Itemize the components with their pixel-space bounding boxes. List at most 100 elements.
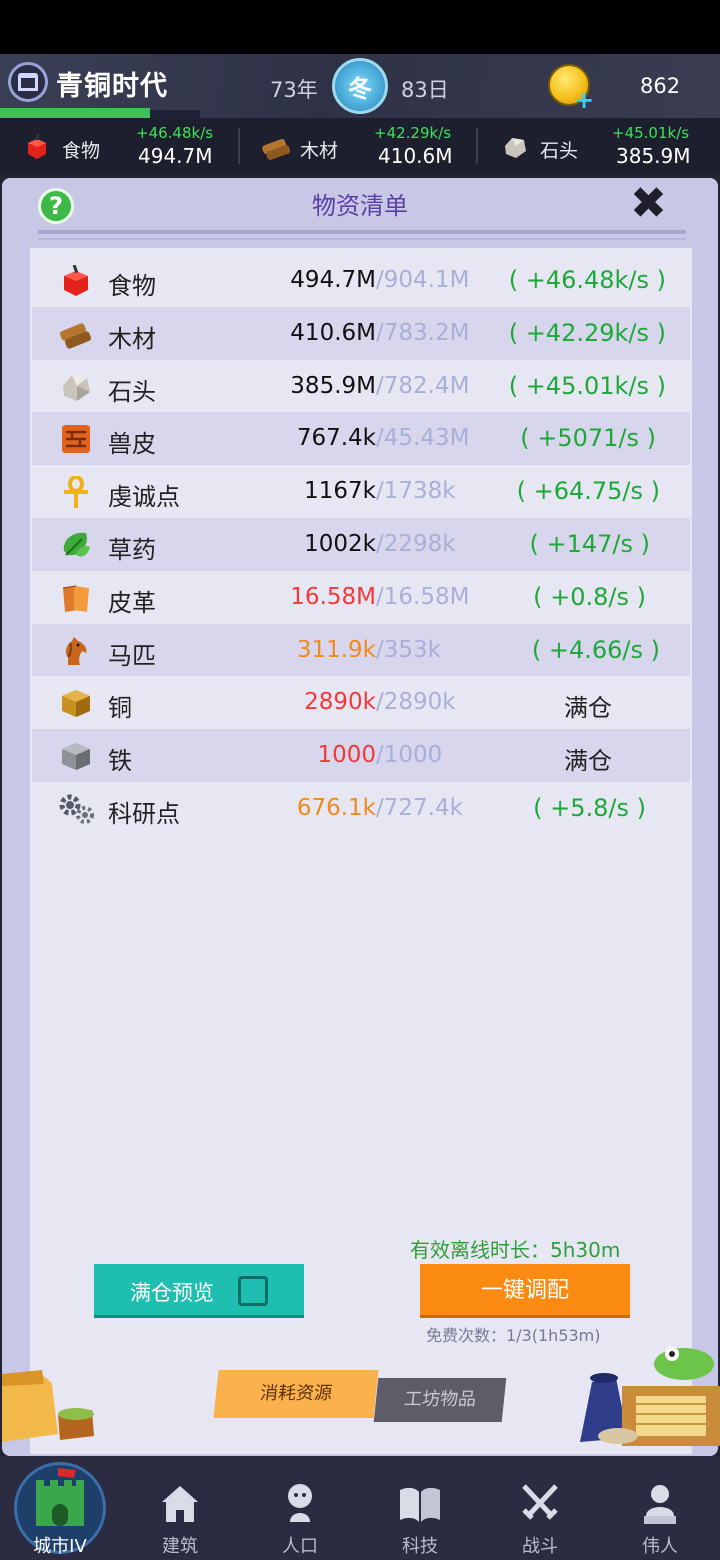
resource-capacity: /16.58M (376, 583, 470, 610)
full-storage-preview-button[interactable]: 满仓预览 (94, 1264, 304, 1318)
nav-label: 科技 (402, 1536, 438, 1557)
resbar-value: 494.7M (138, 144, 213, 168)
close-button[interactable]: ✖ (630, 182, 667, 226)
resbar-item-wood[interactable]: 木材 +42.29k/s 410.6M (240, 118, 476, 174)
resource-rate: ( +5.8/s ) (533, 793, 646, 822)
storage-full-label: 满仓 (564, 747, 612, 776)
stone-icon (63, 374, 90, 401)
resource-list-panel: ? 物资清单 ✖ 食物 494.7M /904.1M ( +46.48k/s )… (2, 178, 720, 1456)
resource-rate: ( +64.75/s ) (516, 477, 660, 506)
season-badge[interactable]: 冬 (332, 58, 388, 114)
resource-amount: 767.4k (296, 425, 376, 452)
nav-tech[interactable]: 科技 (360, 1456, 480, 1560)
resource-rate: ( +45.01k/s ) (508, 371, 666, 400)
one-click-allocate-button[interactable]: 一键调配 (420, 1264, 630, 1318)
herb-icon (63, 532, 90, 557)
nav-buildings[interactable]: 建筑 (120, 1456, 240, 1560)
gears-icon (59, 794, 94, 824)
resource-name: 马匹 (108, 641, 156, 670)
resource-row-copper[interactable]: 铜 2890k /2890k 满仓 (32, 676, 690, 729)
tab-workshop-items[interactable]: 工坊物品 (373, 1378, 507, 1422)
resource-row-stone[interactable]: 石头 385.9M /782.4M ( +45.01k/s ) (32, 360, 690, 413)
resource-row-iron[interactable]: 铁 1000 /1000 满仓 (32, 729, 690, 782)
resource-rate: ( +4.66/s ) (531, 635, 660, 664)
resource-name: 兽皮 (108, 430, 156, 459)
nav-battle[interactable]: 战斗 (480, 1456, 600, 1560)
panel-title: 物资清单 (312, 192, 408, 220)
nav-label: 伟人 (642, 1536, 678, 1557)
iron-icon (62, 743, 90, 771)
preview-label: 满仓预览 (130, 1281, 214, 1305)
horse-icon (65, 636, 87, 665)
resource-amount: 1002k (304, 530, 376, 557)
nav-label: 人口 (282, 1536, 318, 1557)
resource-rate: ( +46.48k/s ) (508, 266, 666, 294)
resource-rate: ( +147/s ) (529, 529, 651, 558)
resource-rate: ( +42.29k/s ) (508, 318, 666, 347)
resbar-rate: +42.29k/s (374, 124, 452, 142)
resource-row-wood[interactable]: 木材 410.6M /783.2M ( +42.29k/s ) (32, 306, 690, 360)
resbar-rate: +45.01k/s (612, 124, 690, 142)
resource-list: 食物 494.7M /904.1M ( +46.48k/s ) 木材 410.6… (32, 254, 690, 835)
person-icon (288, 1484, 312, 1522)
resource-name: 铜 (108, 694, 132, 723)
resource-row-food[interactable]: 食物 494.7M /904.1M ( +46.48k/s ) (32, 254, 690, 307)
resource-name: 石头 (108, 377, 156, 406)
resource-rate: ( +0.8/s ) (533, 582, 646, 611)
grain-sack-icon (2, 1370, 94, 1442)
resource-name: 草药 (108, 535, 156, 564)
resource-row-research[interactable]: 科研点 676.1k /727.4k ( +5.8/s ) (32, 782, 690, 835)
resource-capacity: /727.4k (376, 794, 463, 821)
resource-row-hide[interactable]: 兽皮 767.4k /45.43M ( +5071/s ) (32, 412, 690, 466)
era-progress-bar (0, 108, 150, 118)
resource-capacity: /2890k (376, 689, 456, 716)
resource-capacity: /1738k (376, 478, 456, 505)
resource-amount: 1167k (304, 478, 376, 505)
leather-icon (62, 585, 89, 612)
offline-duration: 有效离线时长：5h30m (410, 1238, 621, 1262)
ankh-icon (64, 476, 88, 509)
resource-row-leather[interactable]: 皮革 16.58M /16.58M ( +0.8/s ) (32, 571, 690, 624)
resbar-item-food[interactable]: 食物 +46.48k/s 494.7M (0, 118, 238, 174)
resource-capacity: /904.1M (376, 267, 470, 293)
resource-capacity: /1000 (376, 742, 443, 769)
nav-label: 建筑 (162, 1536, 198, 1557)
resource-amount: 16.58M (290, 583, 376, 610)
nav-label: 战斗 (522, 1536, 558, 1557)
nav-city[interactable]: 城市IV (0, 1456, 120, 1560)
resource-capacity: /2298k (376, 530, 456, 557)
title-divider (38, 230, 686, 234)
era-progress-track (150, 110, 200, 118)
era-title[interactable]: 青铜时代 (56, 64, 168, 103)
resource-amount: 676.1k (296, 794, 376, 821)
resource-name: 铁 (108, 747, 132, 776)
nav-label: 城市IV (33, 1536, 87, 1557)
bust-icon (644, 1485, 676, 1524)
preview-checkbox[interactable] (238, 1276, 268, 1306)
resbar-item-stone[interactable]: 石头 +45.01k/s 385.9M (478, 118, 720, 174)
resource-name: 皮革 (108, 588, 156, 617)
title-divider (38, 238, 686, 240)
add-gold-icon[interactable]: + (574, 86, 594, 114)
castle-icon (36, 1468, 84, 1526)
resource-row-horse[interactable]: 马匹 311.9k /353k ( +4.66/s ) (32, 623, 690, 677)
resource-capacity: /782.4M (376, 372, 470, 399)
apple-icon (64, 265, 88, 296)
resource-row-faith[interactable]: 虔诚点 1167k /1738k ( +64.75/s ) (32, 465, 690, 518)
day-label: 83日 (401, 78, 449, 102)
era-gate-icon[interactable] (8, 62, 48, 102)
tab-consumed-resources[interactable]: 消耗资源 (213, 1370, 379, 1418)
resource-rate: ( +5071/s ) (520, 424, 656, 453)
bottom-nav: 城市IV 建筑 人口 科技 战斗 伟人 (0, 1456, 720, 1560)
nav-great-people[interactable]: 伟人 (600, 1456, 720, 1560)
resource-row-herb[interactable]: 草药 1002k /2298k ( +147/s ) (32, 517, 690, 571)
stone-icon (505, 138, 526, 158)
resource-name: 食物 (108, 272, 156, 300)
swords-icon (522, 1484, 558, 1520)
wood-icon (59, 323, 92, 349)
free-times-label: 免费次数：1/3(1h53m) (426, 1326, 601, 1345)
resbar-name: 木材 (300, 140, 339, 162)
nav-population[interactable]: 人口 (240, 1456, 360, 1560)
resource-amount: 2890k (304, 689, 376, 716)
resource-name: 科研点 (108, 799, 180, 828)
